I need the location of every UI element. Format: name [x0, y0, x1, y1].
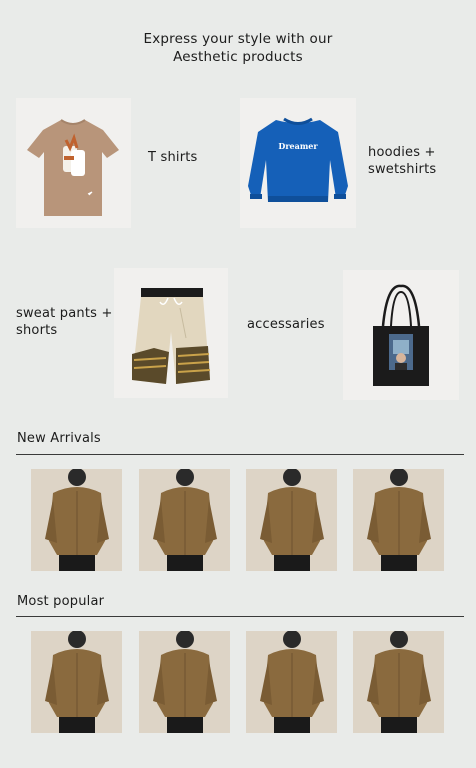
popular-product-1[interactable] [31, 631, 122, 733]
new-arrival-product-4[interactable] [353, 469, 444, 571]
hero-title: Express your style with our Aesthetic pr… [0, 30, 476, 66]
category-hoodies-link[interactable]: hoodies + swetshirts [368, 144, 436, 178]
category-sweatpants-label-line2: shorts [16, 323, 58, 338]
shorts-image[interactable] [114, 268, 228, 398]
hero-title-line1: Express your style with our [143, 31, 333, 47]
new-arrivals-title: New Arrivals [17, 431, 101, 446]
popular-product-3[interactable] [246, 631, 337, 733]
category-accessories-link[interactable]: accessaries [247, 316, 325, 333]
category-sweatpants-label-line1: sweat pants + [16, 306, 113, 321]
new-arrival-product-2[interactable] [139, 469, 230, 571]
category-tshirts-link[interactable]: T shirts [148, 149, 198, 166]
hero-title-line2: Aesthetic products [173, 49, 303, 65]
most-popular-divider [16, 616, 464, 617]
sweatshirt-image[interactable]: Dreamer [240, 98, 356, 228]
most-popular-title: Most popular [17, 594, 105, 609]
new-arrival-product-1[interactable] [31, 469, 122, 571]
category-hoodies-label-line1: hoodies + [368, 145, 436, 160]
popular-product-4[interactable] [353, 631, 444, 733]
category-sweatpants-link[interactable]: sweat pants + shorts [16, 305, 113, 339]
new-arrival-product-3[interactable] [246, 469, 337, 571]
category-hoodies-label-line2: swetshirts [368, 162, 437, 177]
new-arrivals-divider [16, 454, 464, 455]
tshirt-image[interactable] [16, 98, 131, 228]
popular-product-2[interactable] [139, 631, 230, 733]
tote-bag-image[interactable] [343, 270, 459, 400]
dreamer-print-text: Dreamer [278, 141, 318, 151]
